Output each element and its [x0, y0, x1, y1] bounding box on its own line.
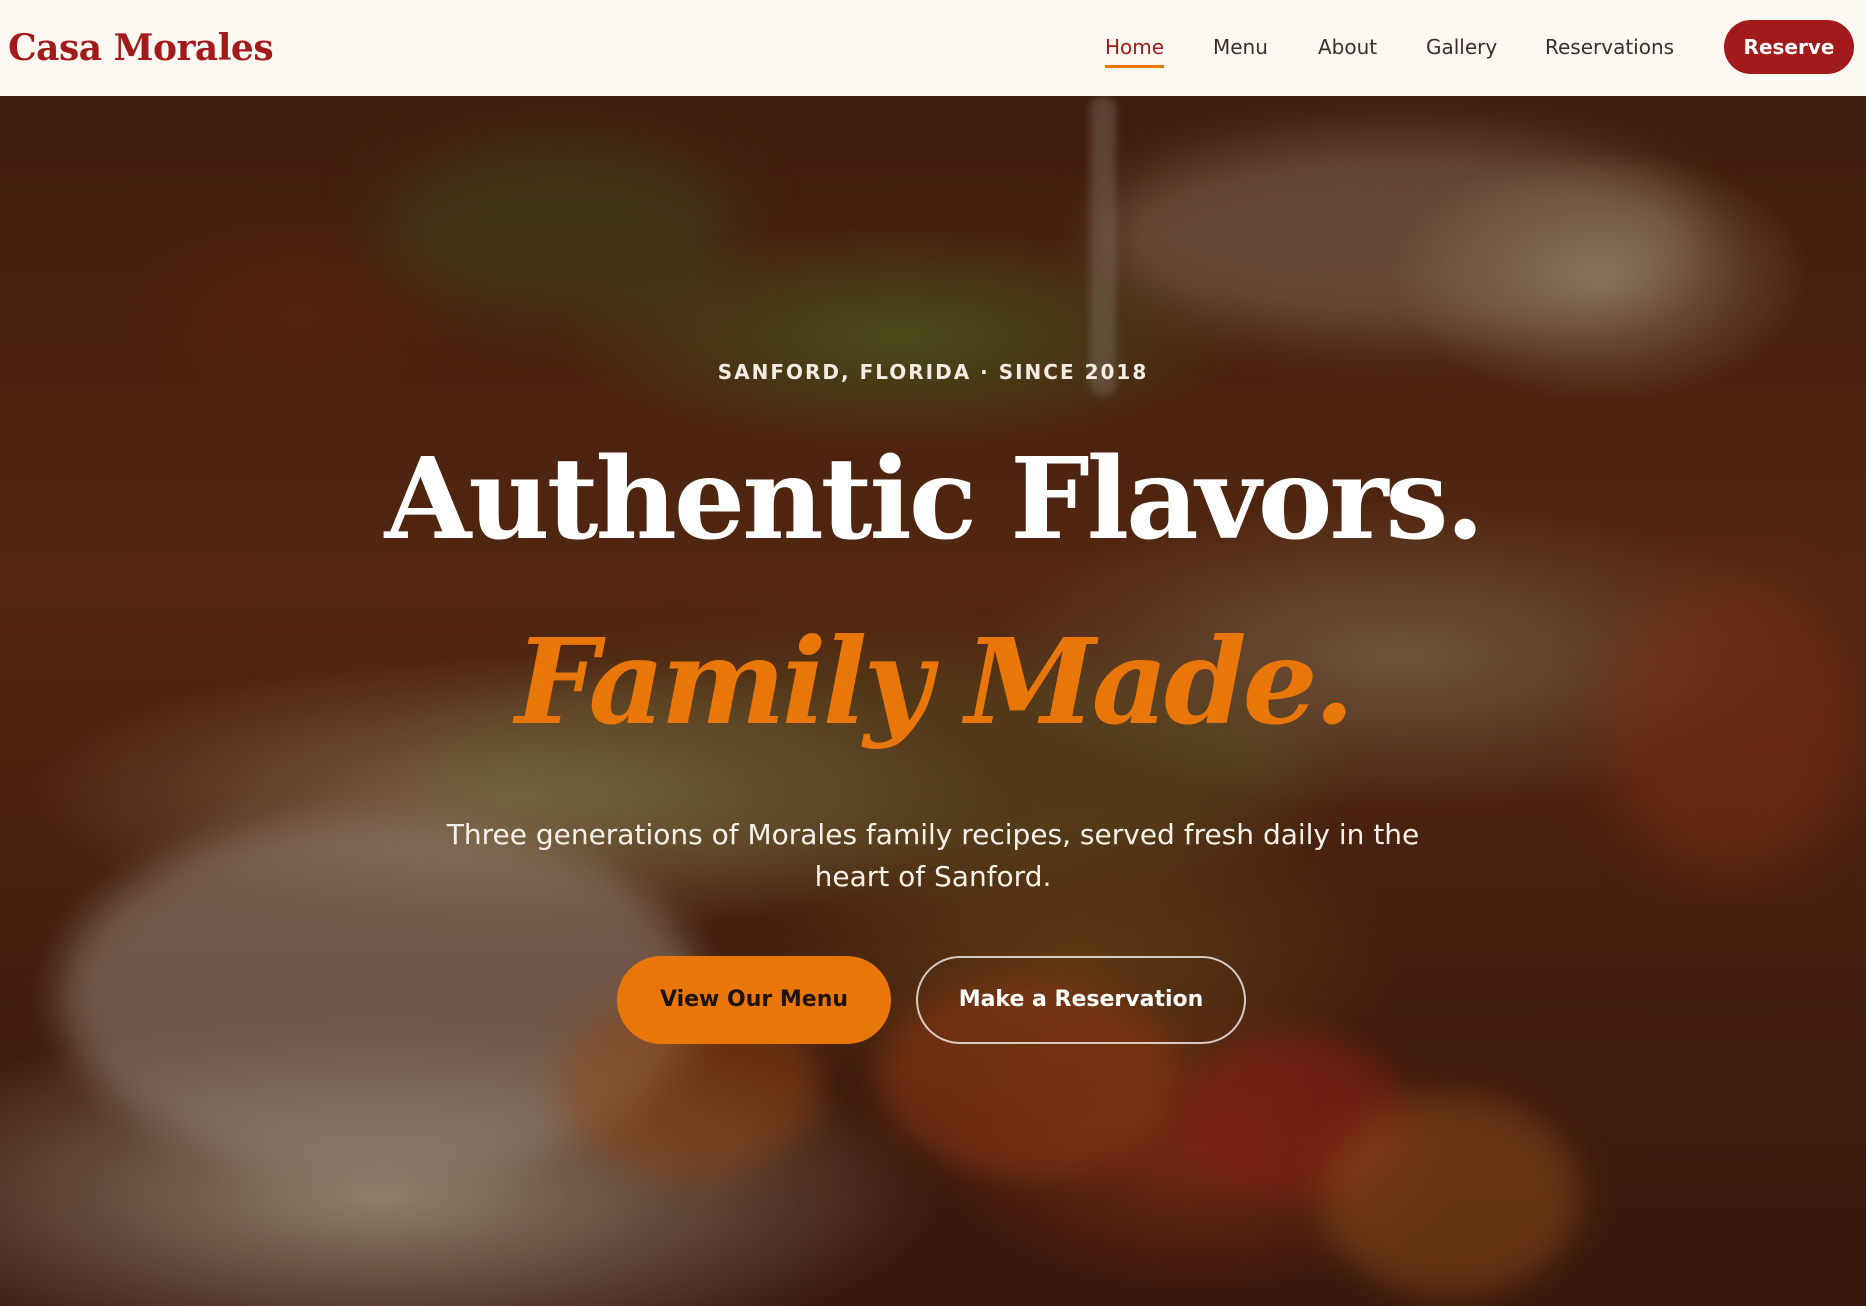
hero-headline: Authentic Flavors. — [384, 434, 1484, 565]
nav-item-gallery[interactable]: Gallery — [1426, 30, 1497, 64]
nav-item-reservations[interactable]: Reservations — [1545, 30, 1674, 64]
nav-item-about[interactable]: About — [1318, 30, 1377, 64]
make-reservation-button[interactable]: Make a Reservation — [916, 956, 1246, 1044]
hero-headline-accent: Family Made. — [515, 612, 1355, 751]
nav-item-home[interactable]: Home — [1105, 30, 1165, 68]
hero-eyebrow: SANFORD, FLORIDA · SINCE 2018 — [717, 360, 1149, 384]
view-menu-button[interactable]: View Our Menu — [617, 956, 891, 1044]
nav-item-menu[interactable]: Menu — [1213, 30, 1268, 64]
hero-subtext: Three generations of Morales family reci… — [446, 818, 1420, 893]
reserve-button[interactable]: Reserve — [1724, 20, 1854, 74]
site-header: Casa Morales Home Menu About Gallery Res… — [0, 0, 1866, 96]
hero-section: SANFORD, FLORIDA · SINCE 2018 Authentic … — [0, 96, 1866, 1306]
brand-logo[interactable]: Casa Morales — [8, 22, 274, 74]
